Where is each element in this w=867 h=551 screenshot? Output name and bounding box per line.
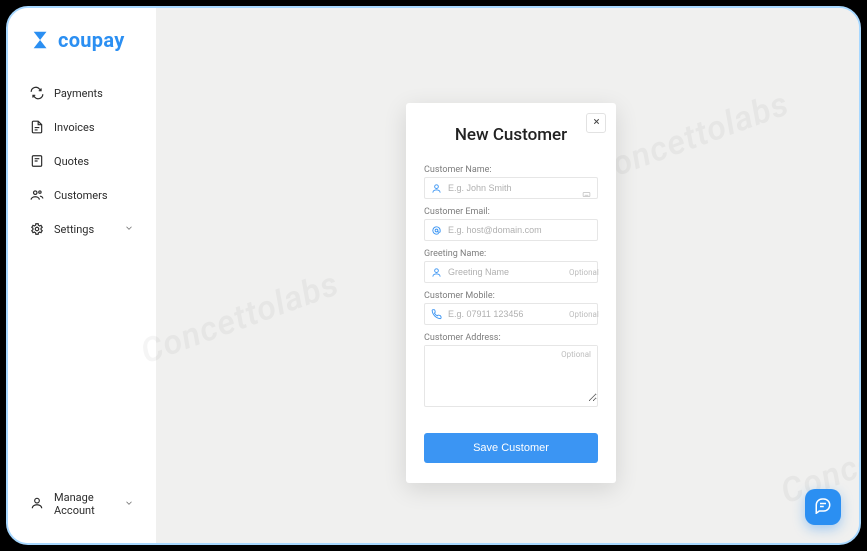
- customer-name-input[interactable]: [448, 183, 582, 193]
- chat-icon: [814, 496, 832, 518]
- customer-mobile-input[interactable]: [448, 309, 565, 319]
- main-area: Concettolabs Concettolabs Concettolabs N…: [156, 8, 859, 543]
- chevron-down-icon: [124, 223, 134, 236]
- chat-fab[interactable]: [805, 489, 841, 525]
- manage-account-label: Manage Account: [54, 491, 114, 517]
- field-customer-email: Customer Email:: [424, 207, 598, 241]
- sidebar-item-label: Quotes: [54, 155, 89, 168]
- customer-email-input[interactable]: [448, 225, 591, 235]
- label-customer-name: Customer Name:: [424, 165, 598, 175]
- person-icon: [431, 267, 442, 278]
- note-icon: [30, 154, 44, 168]
- label-greeting-name: Greeting Name:: [424, 249, 598, 259]
- sidebar-item-invoices[interactable]: Invoices: [8, 110, 156, 144]
- field-greeting-name: Greeting Name: Optional: [424, 249, 598, 283]
- user-icon: [30, 496, 44, 513]
- sidebar-item-label: Invoices: [54, 121, 95, 134]
- watermark: Concettolabs: [585, 84, 794, 193]
- save-customer-button[interactable]: Save Customer: [424, 433, 598, 463]
- app-window: coupay Payments Invoices Quotes: [6, 6, 861, 545]
- logo-mark-icon: [30, 29, 52, 51]
- new-customer-modal: New Customer Customer Name: Customer Ema…: [406, 103, 616, 483]
- sidebar-item-customers[interactable]: Customers: [8, 178, 156, 212]
- document-icon: [30, 120, 44, 134]
- label-customer-mobile: Customer Mobile:: [424, 291, 598, 301]
- refresh-icon: [30, 86, 44, 100]
- modal-title: New Customer: [424, 125, 598, 145]
- greeting-name-input[interactable]: [448, 267, 565, 277]
- watermark: Concettolabs: [135, 264, 344, 373]
- optional-label: Optional: [569, 310, 599, 319]
- person-icon: [431, 183, 442, 194]
- keyboard-icon: [582, 184, 591, 193]
- gear-icon: [30, 222, 44, 236]
- sidebar: coupay Payments Invoices Quotes: [8, 8, 156, 543]
- chevron-down-icon: [124, 498, 134, 511]
- sidebar-nav: Payments Invoices Quotes Customers: [8, 70, 156, 246]
- phone-icon: [431, 309, 442, 320]
- optional-label: Optional: [569, 268, 599, 277]
- sidebar-item-quotes[interactable]: Quotes: [8, 144, 156, 178]
- sidebar-item-payments[interactable]: Payments: [8, 76, 156, 110]
- field-customer-mobile: Customer Mobile: Optional: [424, 291, 598, 325]
- brand-logo: coupay: [8, 28, 156, 70]
- field-customer-address: Customer Address: Optional: [424, 333, 598, 407]
- close-icon: [592, 117, 601, 129]
- sidebar-item-settings[interactable]: Settings: [8, 212, 156, 246]
- label-customer-email: Customer Email:: [424, 207, 598, 217]
- label-customer-address: Customer Address:: [424, 333, 598, 343]
- brand-name: coupay: [58, 28, 125, 52]
- sidebar-item-label: Customers: [54, 189, 108, 202]
- at-icon: [431, 225, 442, 236]
- users-icon: [30, 188, 44, 202]
- close-button[interactable]: [586, 113, 606, 133]
- field-customer-name: Customer Name:: [424, 165, 598, 199]
- sidebar-item-label: Payments: [54, 87, 103, 100]
- optional-label: Optional: [561, 350, 591, 359]
- sidebar-item-label: Settings: [54, 223, 94, 236]
- manage-account[interactable]: Manage Account: [8, 479, 156, 529]
